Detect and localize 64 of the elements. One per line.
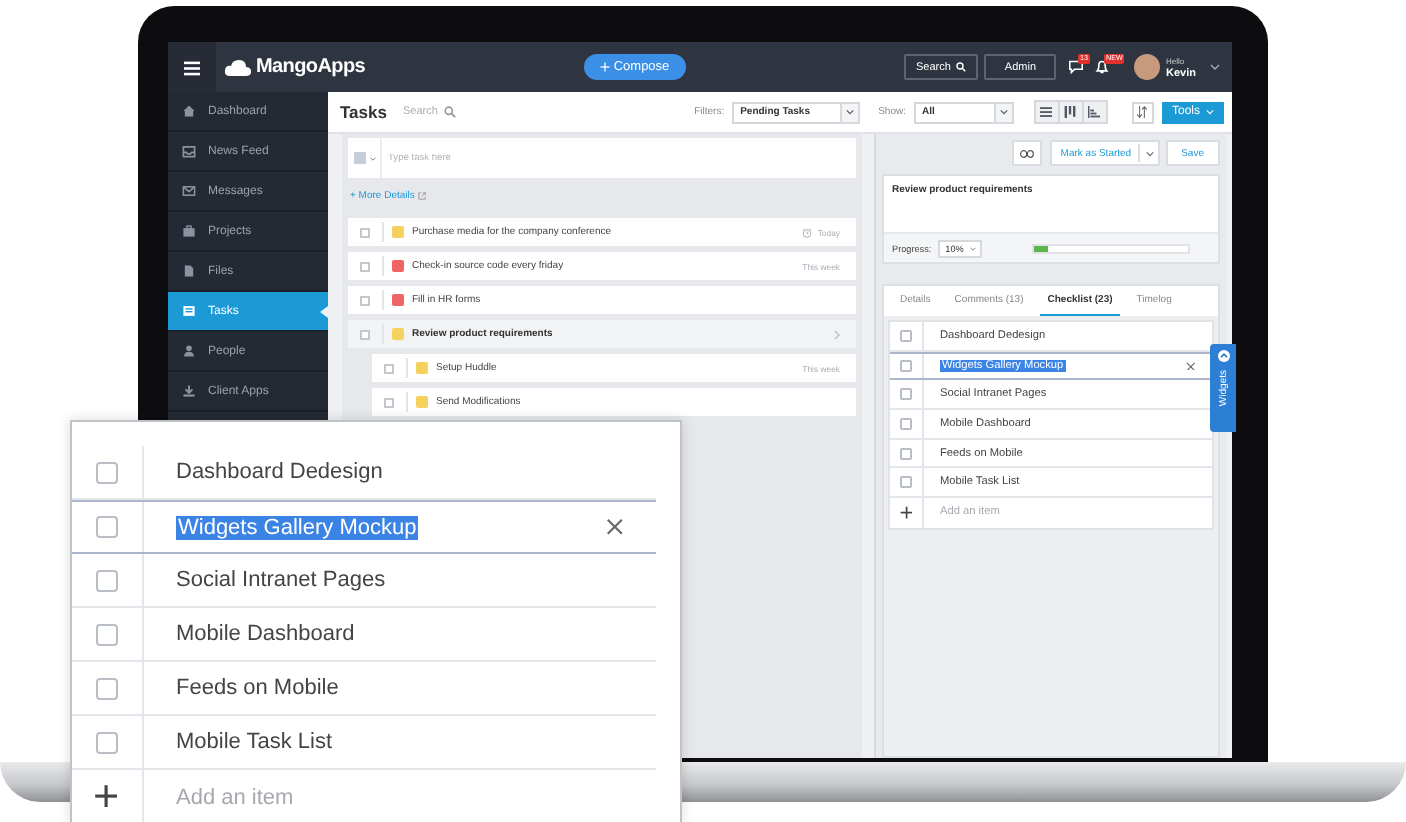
link-button[interactable] — [1012, 140, 1043, 166]
chevron-right-icon[interactable] — [834, 329, 840, 339]
checkbox[interactable] — [900, 447, 912, 460]
bell-icon[interactable] — [1094, 60, 1111, 74]
person-icon — [182, 344, 196, 358]
caret-icon — [370, 155, 376, 161]
house-icon — [182, 104, 196, 118]
external-link-icon[interactable] — [418, 191, 427, 199]
close-icon[interactable] — [606, 518, 624, 536]
checklist-item-text: Dashboard Dedesign — [176, 460, 383, 484]
checkbox[interactable] — [360, 329, 370, 339]
envelope-icon — [182, 184, 196, 198]
page-title: Tasks — [340, 102, 387, 122]
checklist-item-text: Feeds on Mobile — [176, 676, 339, 700]
caret-icon — [1206, 108, 1214, 116]
avatar — [1134, 54, 1161, 80]
checkbox[interactable] — [96, 569, 118, 591]
checkbox[interactable] — [384, 363, 394, 373]
close-icon[interactable] — [1186, 361, 1196, 371]
app-logo: MangoApps — [256, 56, 366, 78]
checkbox[interactable] — [96, 677, 118, 699]
checkbox[interactable] — [360, 227, 370, 237]
briefcase-icon — [182, 224, 196, 238]
menu-icon[interactable] — [184, 59, 200, 75]
checklist-item-text: Mobile Dashboard — [176, 622, 355, 646]
checkbox[interactable] — [900, 360, 912, 373]
tray-icon — [182, 144, 196, 158]
checkbox[interactable] — [96, 731, 118, 753]
caret-icon — [969, 245, 976, 251]
checkbox[interactable] — [360, 261, 370, 271]
checklist-item-text: Social Intranet Pages — [176, 568, 386, 592]
chevron-up-icon — [1217, 350, 1229, 362]
alarm-clock-icon — [801, 227, 812, 237]
caret-icon — [846, 108, 855, 116]
caret-icon[interactable] — [1210, 62, 1220, 72]
columns-view-icon[interactable] — [1064, 106, 1077, 118]
search-icon — [956, 62, 967, 72]
plus-icon[interactable] — [94, 784, 120, 810]
download-icon — [182, 384, 196, 398]
caret-icon — [999, 108, 1008, 116]
checkbox[interactable] — [900, 476, 912, 489]
chat-icon[interactable] — [1068, 60, 1085, 74]
checkbox[interactable] — [96, 461, 118, 483]
list-view-icon[interactable] — [1040, 106, 1053, 118]
link-icon — [1020, 149, 1035, 157]
checkbox[interactable] — [384, 397, 394, 407]
checkbox[interactable] — [96, 516, 118, 538]
checkbox[interactable] — [900, 329, 912, 342]
checkbox[interactable] — [900, 417, 912, 430]
checkbox[interactable] — [360, 295, 370, 305]
plus-icon[interactable] — [899, 506, 913, 520]
color-picker[interactable] — [348, 138, 380, 178]
checklist-item-text: Mobile Task List — [176, 730, 333, 754]
bar-chart-icon[interactable] — [1088, 106, 1101, 118]
selected-item-text: Widgets Gallery Mockup — [176, 515, 419, 539]
cloud-logo-icon — [224, 57, 252, 77]
search-icon[interactable] — [443, 106, 456, 118]
checkbox[interactable] — [96, 623, 118, 645]
caret-icon — [1145, 149, 1154, 157]
sort-icon[interactable] — [1136, 106, 1149, 118]
plus-icon — [599, 62, 610, 72]
checkbox[interactable] — [900, 388, 912, 401]
list-icon — [182, 304, 196, 318]
document-icon — [182, 264, 196, 278]
